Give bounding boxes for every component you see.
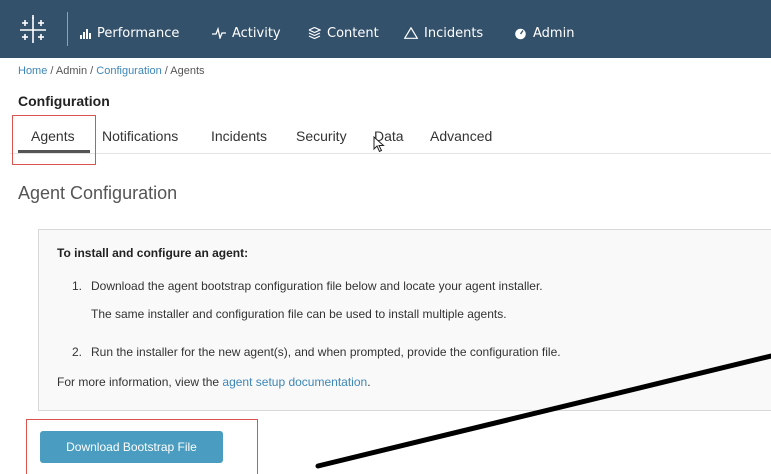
breadcrumb-separator: / (161, 65, 171, 77)
pulse-icon (212, 27, 226, 39)
step-1-text-continued: The same installer and configuration fil… (91, 307, 507, 321)
nav-label-content: Content (327, 25, 379, 41)
agent-setup-documentation-link[interactable]: agent setup documentation (222, 375, 367, 389)
nav-label-performance: Performance (97, 25, 180, 41)
nav-label-admin: Admin (533, 25, 575, 41)
nav-item-admin[interactable]: Admin (514, 23, 574, 43)
breadcrumb-separator: / (47, 65, 56, 77)
breadcrumb-current: Agents (170, 65, 205, 77)
layers-icon (308, 27, 321, 39)
bar-chart-icon (80, 28, 91, 39)
nav-label-incidents: Incidents (424, 25, 484, 41)
breadcrumb-separator: / (87, 65, 97, 77)
admin-gauge-icon (514, 27, 527, 40)
step-2-number: 2. (72, 345, 83, 359)
breadcrumb-admin[interactable]: Admin (56, 65, 87, 77)
breadcrumb-home[interactable]: Home (18, 65, 47, 77)
tab-security[interactable]: Security (296, 128, 347, 144)
step-1-text: Download the agent bootstrap configurati… (91, 279, 543, 293)
nav-item-activity[interactable]: Activity (212, 23, 281, 43)
tab-notifications[interactable]: Notifications (102, 128, 178, 144)
highlight-box-download-button (26, 419, 258, 474)
top-nav-bar: Performance Activity Content Incidents A… (0, 0, 771, 58)
tableau-logo-icon[interactable] (18, 15, 48, 45)
nav-label-activity: Activity (232, 25, 281, 41)
tab-advanced[interactable]: Advanced (430, 128, 492, 144)
breadcrumb-configuration[interactable]: Configuration (96, 65, 161, 77)
tabs-divider (10, 153, 771, 154)
nav-item-content[interactable]: Content (308, 23, 379, 43)
more-info-text: For more information, view the agent set… (57, 375, 371, 389)
mouse-cursor-icon (373, 136, 385, 153)
more-info-prefix: For more information, view the (57, 375, 223, 389)
nav-item-incidents[interactable]: Incidents (404, 23, 483, 43)
nav-item-performance[interactable]: Performance (80, 23, 179, 43)
breadcrumb: Home / Admin / Configuration / Agents (18, 65, 205, 77)
step-1-number: 1. (72, 279, 83, 293)
highlight-box-agents-tab (12, 115, 96, 165)
page-title: Configuration (18, 93, 110, 109)
tab-incidents[interactable]: Incidents (211, 128, 267, 144)
step-2-text: Run the installer for the new agent(s), … (91, 345, 561, 359)
more-info-suffix: . (367, 375, 371, 389)
section-title: Agent Configuration (18, 183, 178, 203)
instructions-heading: To install and configure an agent: (57, 246, 249, 260)
warning-triangle-icon (404, 27, 418, 39)
logo-divider (67, 12, 68, 46)
